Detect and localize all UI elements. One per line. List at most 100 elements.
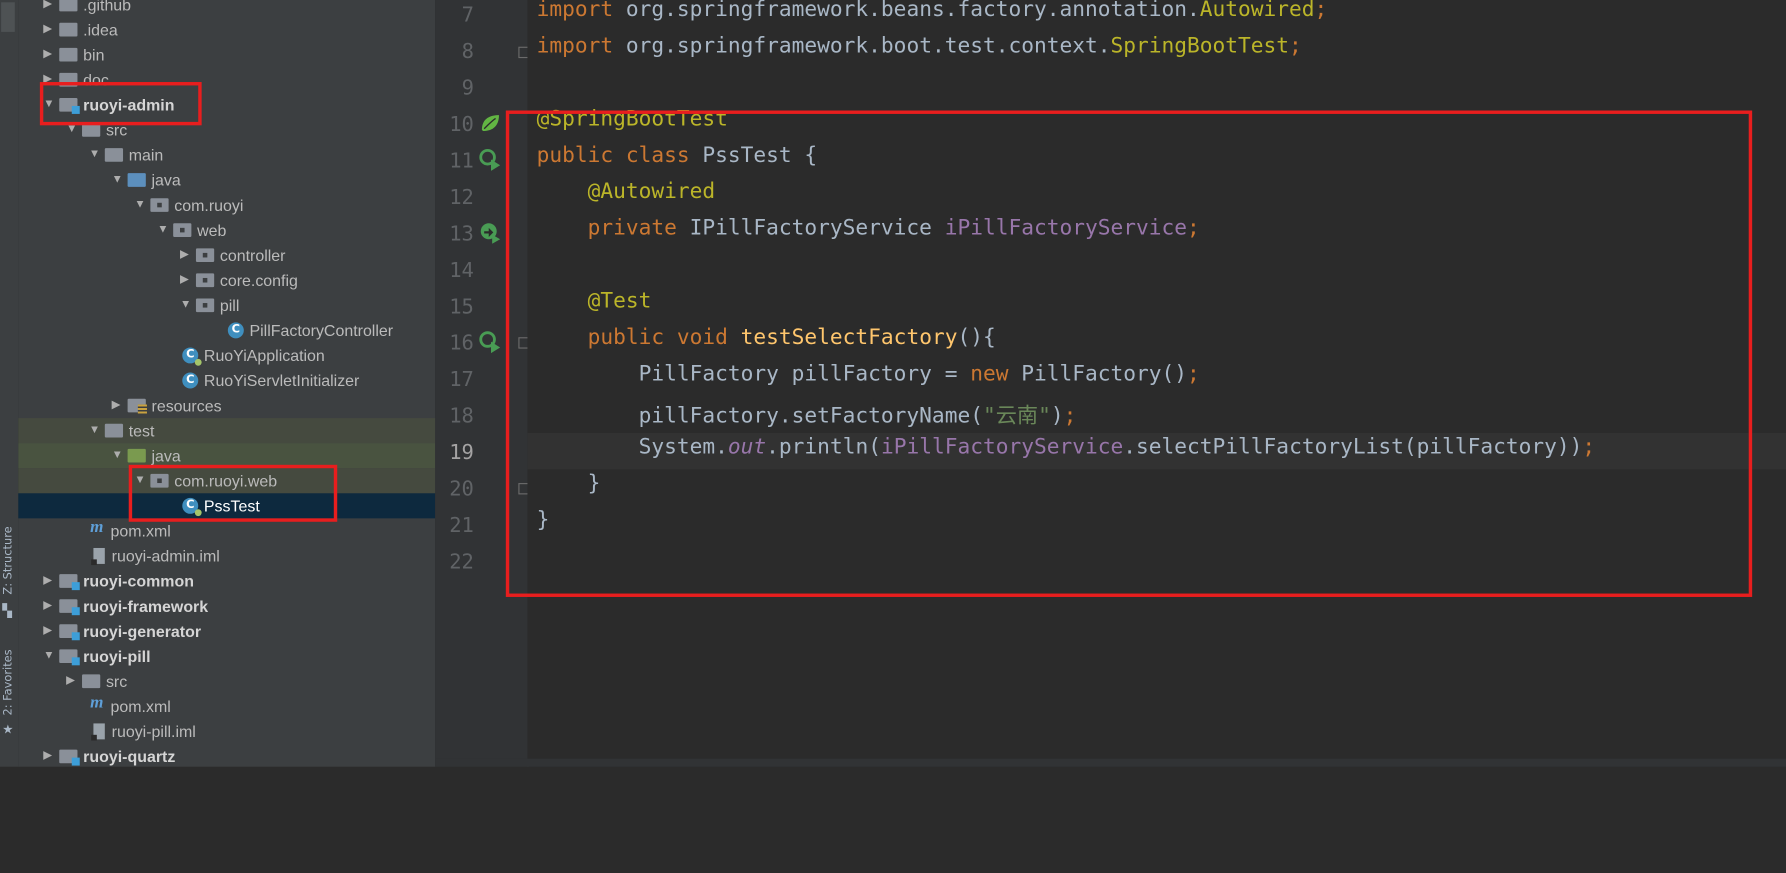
tree-item-test[interactable]: ▼ test <box>18 418 436 444</box>
expand-arrow-icon[interactable]: ▶ <box>43 0 54 17</box>
collapse-arrow-icon[interactable]: ▼ <box>134 468 145 493</box>
tree-item-ruoyi-generator[interactable]: ▶ ruoyi-generator <box>18 619 435 644</box>
expand-arrow-icon[interactable]: ▶ <box>180 243 191 268</box>
autowired-bean-icon[interactable] <box>478 221 501 244</box>
collapse-arrow-icon[interactable]: ▼ <box>89 418 100 443</box>
collapse-arrow-icon[interactable]: ▼ <box>43 644 54 669</box>
tree-item-ruoyi-admin[interactable]: ▼ ruoyi-admin <box>18 92 435 117</box>
expand-arrow-icon[interactable]: ▶ <box>43 619 54 644</box>
expand-arrow-icon[interactable]: ▶ <box>43 42 54 67</box>
line-number: 20 <box>449 477 474 502</box>
tree-item-pillfactorycontroller[interactable]: C PillFactoryController <box>18 318 435 343</box>
tree-item-bin[interactable]: ▶ bin <box>18 42 435 67</box>
runnable-class-icon: C <box>182 347 202 366</box>
line-number: 22 <box>449 550 474 575</box>
module-folder-icon <box>59 574 80 591</box>
code-line-7: import org.springframework.beans.factory… <box>536 0 1328 22</box>
run-test-method-icon[interactable] <box>478 330 501 354</box>
tree-item-ruoyiservletinitializer[interactable]: C RuoYiServletInitializer <box>18 368 435 393</box>
tree-item-com-ruoyi[interactable]: ▼ com.ruoyi <box>18 193 435 218</box>
collapse-arrow-icon[interactable]: ▼ <box>134 193 145 218</box>
tree-item-web[interactable]: ▼ web <box>18 218 435 243</box>
expand-arrow-icon[interactable]: ▶ <box>43 594 54 619</box>
code-line-15: @Test <box>587 289 652 314</box>
tree-item-ruoyi-framework[interactable]: ▶ ruoyi-framework <box>18 594 435 619</box>
class-icon: C <box>227 322 244 339</box>
folder-icon <box>59 72 78 87</box>
tree-item-resources[interactable]: ▶ resources <box>18 393 435 418</box>
run-test-class-icon[interactable] <box>478 148 501 171</box>
tree-item-main-java[interactable]: ▼ java <box>18 167 435 192</box>
test-class-icon: C <box>182 497 202 517</box>
tree-item-pill-src[interactable]: ▶ src <box>18 669 435 694</box>
tree-item-doc[interactable]: ▶ doc <box>18 67 435 92</box>
tool-window-strip: Z: Structure ▚ 2: Favorites ★ <box>0 0 20 767</box>
ide-window: Z: Structure ▚ 2: Favorites ★ ▶ .github ▶… <box>0 0 1786 873</box>
line-number: 7 <box>461 3 474 28</box>
tree-item-com-ruoyi-web[interactable]: ▼ com.ruoyi.web <box>18 468 436 494</box>
class-icon: C <box>182 372 199 389</box>
tree-item-pill-pom-xml[interactable]: m pom.xml <box>18 694 435 719</box>
expand-arrow-icon[interactable]: ▶ <box>180 268 191 293</box>
line-number: 15 <box>449 295 474 319</box>
expand-arrow-icon[interactable]: ▶ <box>43 568 54 593</box>
folder-icon <box>82 674 101 689</box>
code-line-19: System.out.println(iPillFactoryService.s… <box>638 435 1596 460</box>
collapse-arrow-icon[interactable]: ▼ <box>180 293 191 318</box>
package-icon <box>173 223 192 237</box>
folder-icon <box>82 123 101 137</box>
package-icon <box>150 473 169 488</box>
structure-tool-button[interactable]: Z: Structure <box>2 526 15 594</box>
spring-bean-icon[interactable] <box>478 112 501 135</box>
code-line-21: } <box>536 508 550 533</box>
project-tree: ▶ .github ▶ .idea ▶ bin ▶ doc ▼ ruoyi-admin ▼… <box>18 0 436 767</box>
collapse-arrow-icon[interactable]: ▼ <box>89 142 100 167</box>
tree-item-ruoyiapplication[interactable]: C RuoYiApplication <box>18 343 435 368</box>
code-editor[interactable]: import org.springframework.beans.factory… <box>527 0 1786 767</box>
collapse-arrow-icon[interactable]: ▼ <box>157 218 168 243</box>
collapse-arrow-icon[interactable]: ▼ <box>112 167 123 192</box>
tree-item-main[interactable]: ▼ main <box>18 142 435 167</box>
module-folder-icon <box>59 624 80 641</box>
expand-arrow-icon[interactable]: ▶ <box>43 17 54 42</box>
code-line-16: public void testSelectFactory(){ <box>587 325 996 350</box>
expand-arrow-icon[interactable]: ▶ <box>66 669 77 694</box>
tree-item-core-config[interactable]: ▶ core.config <box>18 268 435 293</box>
editor-gutter: 7 8 9 10 11 12 13 14 15 16 17 18 19 20 2… <box>435 0 530 767</box>
folder-icon <box>59 22 78 37</box>
line-number: 12 <box>449 185 474 210</box>
line-number: 16 <box>449 331 474 356</box>
tree-item-src[interactable]: ▼ src <box>18 117 435 142</box>
collapse-arrow-icon[interactable]: ▼ <box>66 117 77 142</box>
line-number: 14 <box>449 258 474 283</box>
tree-item-test-java[interactable]: ▼ java <box>18 443 436 469</box>
favorites-tool-button[interactable]: 2: Favorites <box>2 649 15 715</box>
tree-item-github[interactable]: ▶ .github <box>18 0 435 17</box>
line-number: 13 <box>449 222 474 247</box>
tree-item-ruoyi-admin-iml[interactable]: ruoyi-admin.iml <box>18 543 435 568</box>
line-number: 18 <box>449 404 474 429</box>
tree-item-pill[interactable]: ▼ pill <box>18 293 435 318</box>
expand-arrow-icon[interactable]: ▶ <box>112 393 123 418</box>
collapse-arrow-icon[interactable]: ▼ <box>112 443 123 468</box>
tree-item-ruoyi-common[interactable]: ▶ ruoyi-common <box>18 568 435 593</box>
line-number: 21 <box>449 513 474 538</box>
tree-item-pom-xml[interactable]: m pom.xml <box>18 518 435 543</box>
tree-item-ruoyi-pill[interactable]: ▼ ruoyi-pill <box>18 644 435 669</box>
file-icon <box>91 547 105 566</box>
expand-arrow-icon[interactable]: ▶ <box>43 744 54 767</box>
project-tool-button[interactable] <box>1 2 15 32</box>
tree-item-idea[interactable]: ▶ .idea <box>18 17 435 42</box>
code-line-12: @Autowired <box>587 179 716 204</box>
tree-item-ruoyi-quartz[interactable]: ▶ ruoyi-quartz <box>18 744 435 767</box>
expand-arrow-icon[interactable]: ▶ <box>43 67 54 92</box>
package-icon <box>150 198 169 212</box>
tree-item-ruoyi-pill-iml[interactable]: ruoyi-pill.iml <box>18 719 435 744</box>
package-icon <box>195 273 215 288</box>
collapse-arrow-icon[interactable]: ▼ <box>43 92 54 117</box>
folder-icon <box>104 423 124 438</box>
tree-item-controller[interactable]: ▶ controller <box>18 243 435 268</box>
module-folder-icon <box>59 599 80 616</box>
tree-item-psstest[interactable]: C PssTest <box>18 493 436 519</box>
module-folder-icon <box>59 749 80 766</box>
